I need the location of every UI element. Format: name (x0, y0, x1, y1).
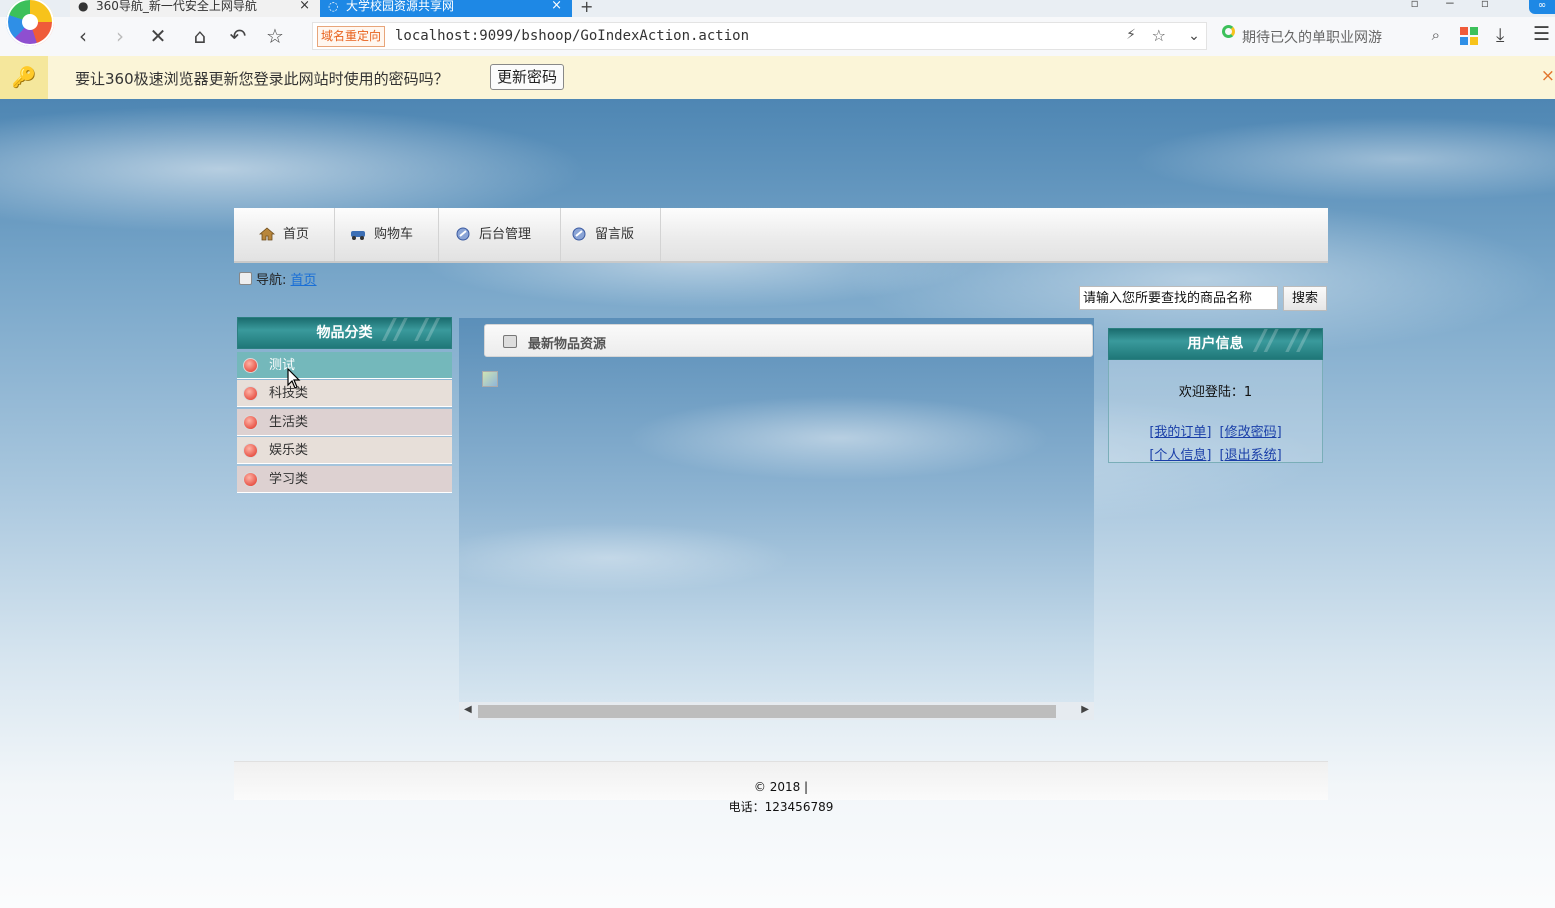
password-prompt-text: 要让360极速浏览器更新您登录此网站时使用的密码吗？ (75, 70, 449, 88)
cloud-sync-icon[interactable]: ∞ (1529, 0, 1555, 14)
browser-toolbar: ‹ › ✕ ⌂ ↶ ☆ 域名重定向 localhost:9099/bshoop/… (0, 17, 1555, 57)
user-info-panel: 用户信息 // // 欢迎登陆：1 [我的订单] [修改密码] [个人信息] [退出… (1108, 328, 1323, 463)
nav-item-label: 后台管理 (479, 227, 532, 242)
scroll-right-icon[interactable]: ▶ (1081, 704, 1089, 715)
logout-link[interactable]: [退出系统] (1220, 448, 1282, 463)
home-icon (259, 227, 275, 241)
browser-logo-icon[interactable] (6, 0, 54, 46)
browser-search-text[interactable]: 期待已久的单职业网游 (1242, 27, 1382, 47)
nav-item-label: 购物车 (374, 227, 414, 242)
tab-label: 360导航_新一代安全上网导航 (96, 0, 257, 13)
breadcrumb-icon (239, 272, 252, 285)
printer-icon (503, 335, 517, 348)
bullet-icon (243, 415, 258, 430)
user-panel-title: 用户信息 // // (1108, 328, 1323, 360)
phone-text: 电话：123456789 (728, 800, 834, 814)
tab-close-icon[interactable]: × (551, 0, 562, 12)
tab-close-icon[interactable]: × (299, 0, 310, 12)
nav-item-cart[interactable]: 购物车 (350, 208, 439, 261)
nav-item-home[interactable]: 首页 (259, 208, 335, 261)
apps-grid-icon[interactable] (1460, 27, 1478, 45)
mouse-cursor-icon (287, 368, 301, 389)
window-controls[interactable]: ▫−▫ (1411, 0, 1515, 10)
loading-icon: ◌ (328, 0, 339, 13)
stop-loading-icon[interactable]: ✕ (145, 24, 171, 50)
update-password-button[interactable]: 更新密码 (490, 64, 565, 90)
download-icon[interactable]: ⤓ (1496, 24, 1504, 46)
favorite-star-icon[interactable]: ☆ (262, 24, 288, 50)
decorative-logo: // // (384, 317, 439, 346)
category-label: 学习类 (269, 472, 309, 487)
browser-tab-campus-share[interactable]: ◌ 大学校园资源共享网 × (320, 0, 572, 17)
dropdown-chevron-icon[interactable]: ⌄ (1181, 24, 1207, 50)
browser-tab-bar: ● 360导航_新一代安全上网导航 × ◌ 大学校园资源共享网 × + ▫−▫ … (0, 0, 1555, 17)
forward-icon[interactable]: › (107, 24, 133, 50)
key-icon: 🔑 (0, 56, 48, 99)
message-icon (572, 227, 586, 241)
my-orders-link[interactable]: [我的订单] (1149, 425, 1211, 440)
broken-image-icon[interactable] (482, 371, 498, 387)
latest-items-area (459, 318, 1094, 720)
horizontal-scrollbar[interactable]: ◀ ▶ (459, 702, 1094, 720)
search-icon[interactable]: ⌕ (1432, 26, 1440, 44)
category-label: 生活类 (269, 415, 309, 430)
url-text[interactable]: localhost:9099/bshoop/GoIndexAction.acti… (395, 28, 749, 44)
user-links-row: [我的订单] [修改密码] (1109, 421, 1322, 440)
bullet-icon (243, 386, 258, 401)
page-content: 首页 购物车 后台管理 留言版 导航: 首页 搜索 物品分类 // // 测试 (0, 99, 1555, 908)
latest-items-header: 最新物品资源 (484, 324, 1093, 357)
lightning-icon[interactable]: ⚡ (1126, 27, 1136, 43)
restore-icon[interactable]: ↶ (225, 24, 251, 50)
breadcrumb: 导航: 首页 (239, 269, 317, 288)
password-notification-bar: 🔑 要让360极速浏览器更新您登录此网站时使用的密码吗？ 更新密码 × (0, 56, 1555, 100)
bookmark-star-icon[interactable]: ☆ (1152, 26, 1166, 45)
footer: © 2018 | 电话：123456789 (234, 761, 1328, 814)
tab-label: 大学校园资源共享网 (346, 0, 455, 13)
bullet-icon (243, 358, 258, 373)
bullet-icon (243, 443, 258, 458)
latest-items-title: 最新物品资源 (528, 337, 607, 352)
search-button[interactable]: 搜索 (1283, 286, 1327, 311)
breadcrumb-home-link[interactable]: 首页 (291, 273, 317, 288)
copyright-text: © 2018 | (753, 780, 809, 794)
category-item[interactable]: 科技类 (237, 380, 452, 407)
user-title-text: 用户信息 (1187, 336, 1244, 352)
scrollbar-thumb[interactable] (478, 705, 1056, 718)
nav-item-message-board[interactable]: 留言版 (571, 208, 661, 261)
category-item[interactable]: 学习类 (237, 466, 452, 493)
browser-search-box[interactable]: 期待已久的单职业网游 ⌕ (1212, 22, 1442, 50)
nav-item-label: 留言版 (595, 227, 635, 242)
change-password-link[interactable]: [修改密码] (1220, 425, 1282, 440)
bullet-icon (243, 472, 258, 487)
redirect-badge[interactable]: 域名重定向 (317, 26, 386, 47)
cart-icon (351, 231, 365, 240)
tab-favicon-icon: ● (78, 0, 89, 13)
category-item[interactable]: 娱乐类 (237, 437, 452, 464)
profile-link[interactable]: [个人信息] (1149, 448, 1211, 463)
new-tab-icon[interactable]: + (580, 0, 593, 16)
main-nav-bar: 首页 购物车 后台管理 留言版 (234, 208, 1328, 263)
category-item[interactable]: 测试 (237, 352, 452, 379)
menu-icon[interactable]: ☰ (1533, 23, 1550, 45)
product-search-input[interactable] (1079, 286, 1278, 310)
nav-item-label: 首页 (283, 227, 310, 242)
category-title-text: 物品分类 (316, 325, 373, 341)
decorative-logo: // // (1255, 328, 1310, 357)
nav-item-admin[interactable]: 后台管理 (455, 208, 561, 261)
search-engine-icon (1222, 25, 1235, 38)
category-panel-title: 物品分类 // // (237, 317, 452, 349)
welcome-text: 欢迎登陆：1 (1178, 385, 1253, 400)
user-links-row: [个人信息] [退出系统] (1109, 444, 1322, 463)
category-label: 娱乐类 (269, 443, 309, 458)
address-bar[interactable]: 域名重定向 localhost:9099/bshoop/GoIndexActio… (312, 22, 1207, 50)
close-icon[interactable]: × (1541, 66, 1555, 86)
back-icon[interactable]: ‹ (70, 24, 96, 50)
browser-tab-360-nav[interactable]: ● 360导航_新一代安全上网导航 × (70, 0, 320, 17)
breadcrumb-label: 导航: (256, 273, 287, 288)
home-icon[interactable]: ⌂ (187, 24, 213, 50)
category-item[interactable]: 生活类 (237, 409, 452, 436)
admin-icon (456, 227, 470, 241)
scroll-left-icon[interactable]: ◀ (464, 704, 472, 715)
